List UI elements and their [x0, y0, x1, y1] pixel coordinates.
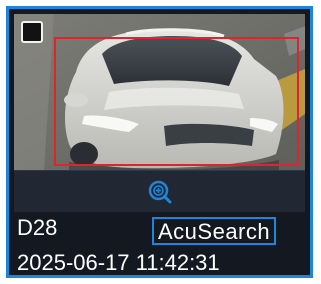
- zoom-button[interactable]: [147, 179, 173, 205]
- snapshot-toolbar: [14, 170, 305, 212]
- channel-label: D28: [17, 215, 58, 240]
- detection-box: [54, 37, 299, 166]
- snapshot-card[interactable]: D28 AcuSearch 2025-06-17 11:42:31: [6, 6, 313, 278]
- acusearch-button[interactable]: AcuSearch: [152, 217, 277, 245]
- select-checkbox[interactable]: [21, 21, 43, 43]
- zoom-in-icon: [148, 180, 172, 204]
- capture-timestamp: 2025-06-17 11:42:31: [17, 250, 220, 275]
- snapshot-image[interactable]: [14, 14, 305, 170]
